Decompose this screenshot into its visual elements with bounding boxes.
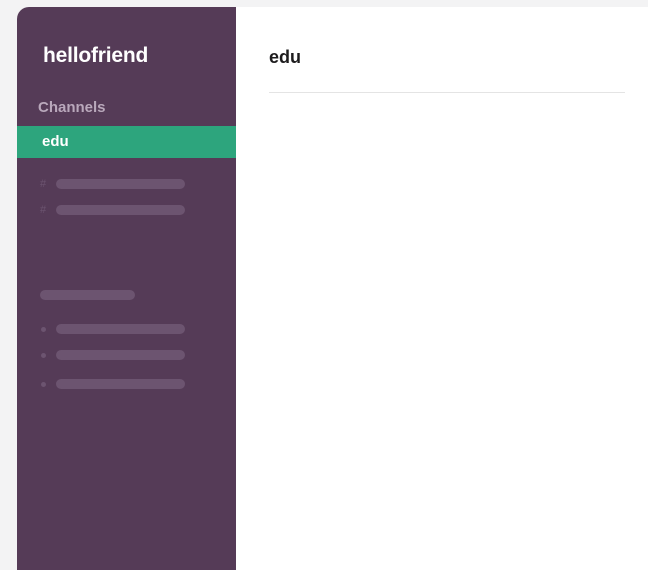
presence-dot-icon	[41, 327, 46, 332]
channel-title: edu	[269, 47, 302, 67]
presence-dot-icon	[41, 353, 46, 358]
channel-view: edu	[236, 7, 648, 570]
presence-dot-icon	[41, 382, 46, 387]
sidebar-dm-placeholder[interactable]	[40, 378, 190, 390]
chat-app-window: hellofriend Channels edu # # edu	[17, 7, 648, 570]
channel-name-placeholder	[56, 205, 185, 215]
sidebar-channel-placeholder[interactable]: #	[40, 178, 190, 190]
direct-messages-title-placeholder	[40, 290, 135, 300]
sidebar-channel-placeholder[interactable]: #	[40, 204, 190, 216]
channel-name-placeholder	[56, 179, 185, 189]
sidebar-channel-edu[interactable]: edu	[17, 126, 236, 158]
hash-icon: #	[40, 204, 47, 216]
sidebar-dm-placeholder[interactable]	[40, 323, 190, 335]
sidebar: hellofriend Channels edu # #	[17, 7, 236, 570]
sidebar-dm-placeholder[interactable]	[40, 349, 190, 361]
header-divider	[269, 92, 625, 93]
workspace-name[interactable]: hellofriend	[43, 44, 148, 68]
dm-name-placeholder	[56, 324, 185, 334]
hash-icon: #	[40, 178, 47, 190]
channels-section-title[interactable]: Channels	[38, 99, 106, 116]
dm-name-placeholder	[56, 350, 185, 360]
dm-name-placeholder	[56, 379, 185, 389]
